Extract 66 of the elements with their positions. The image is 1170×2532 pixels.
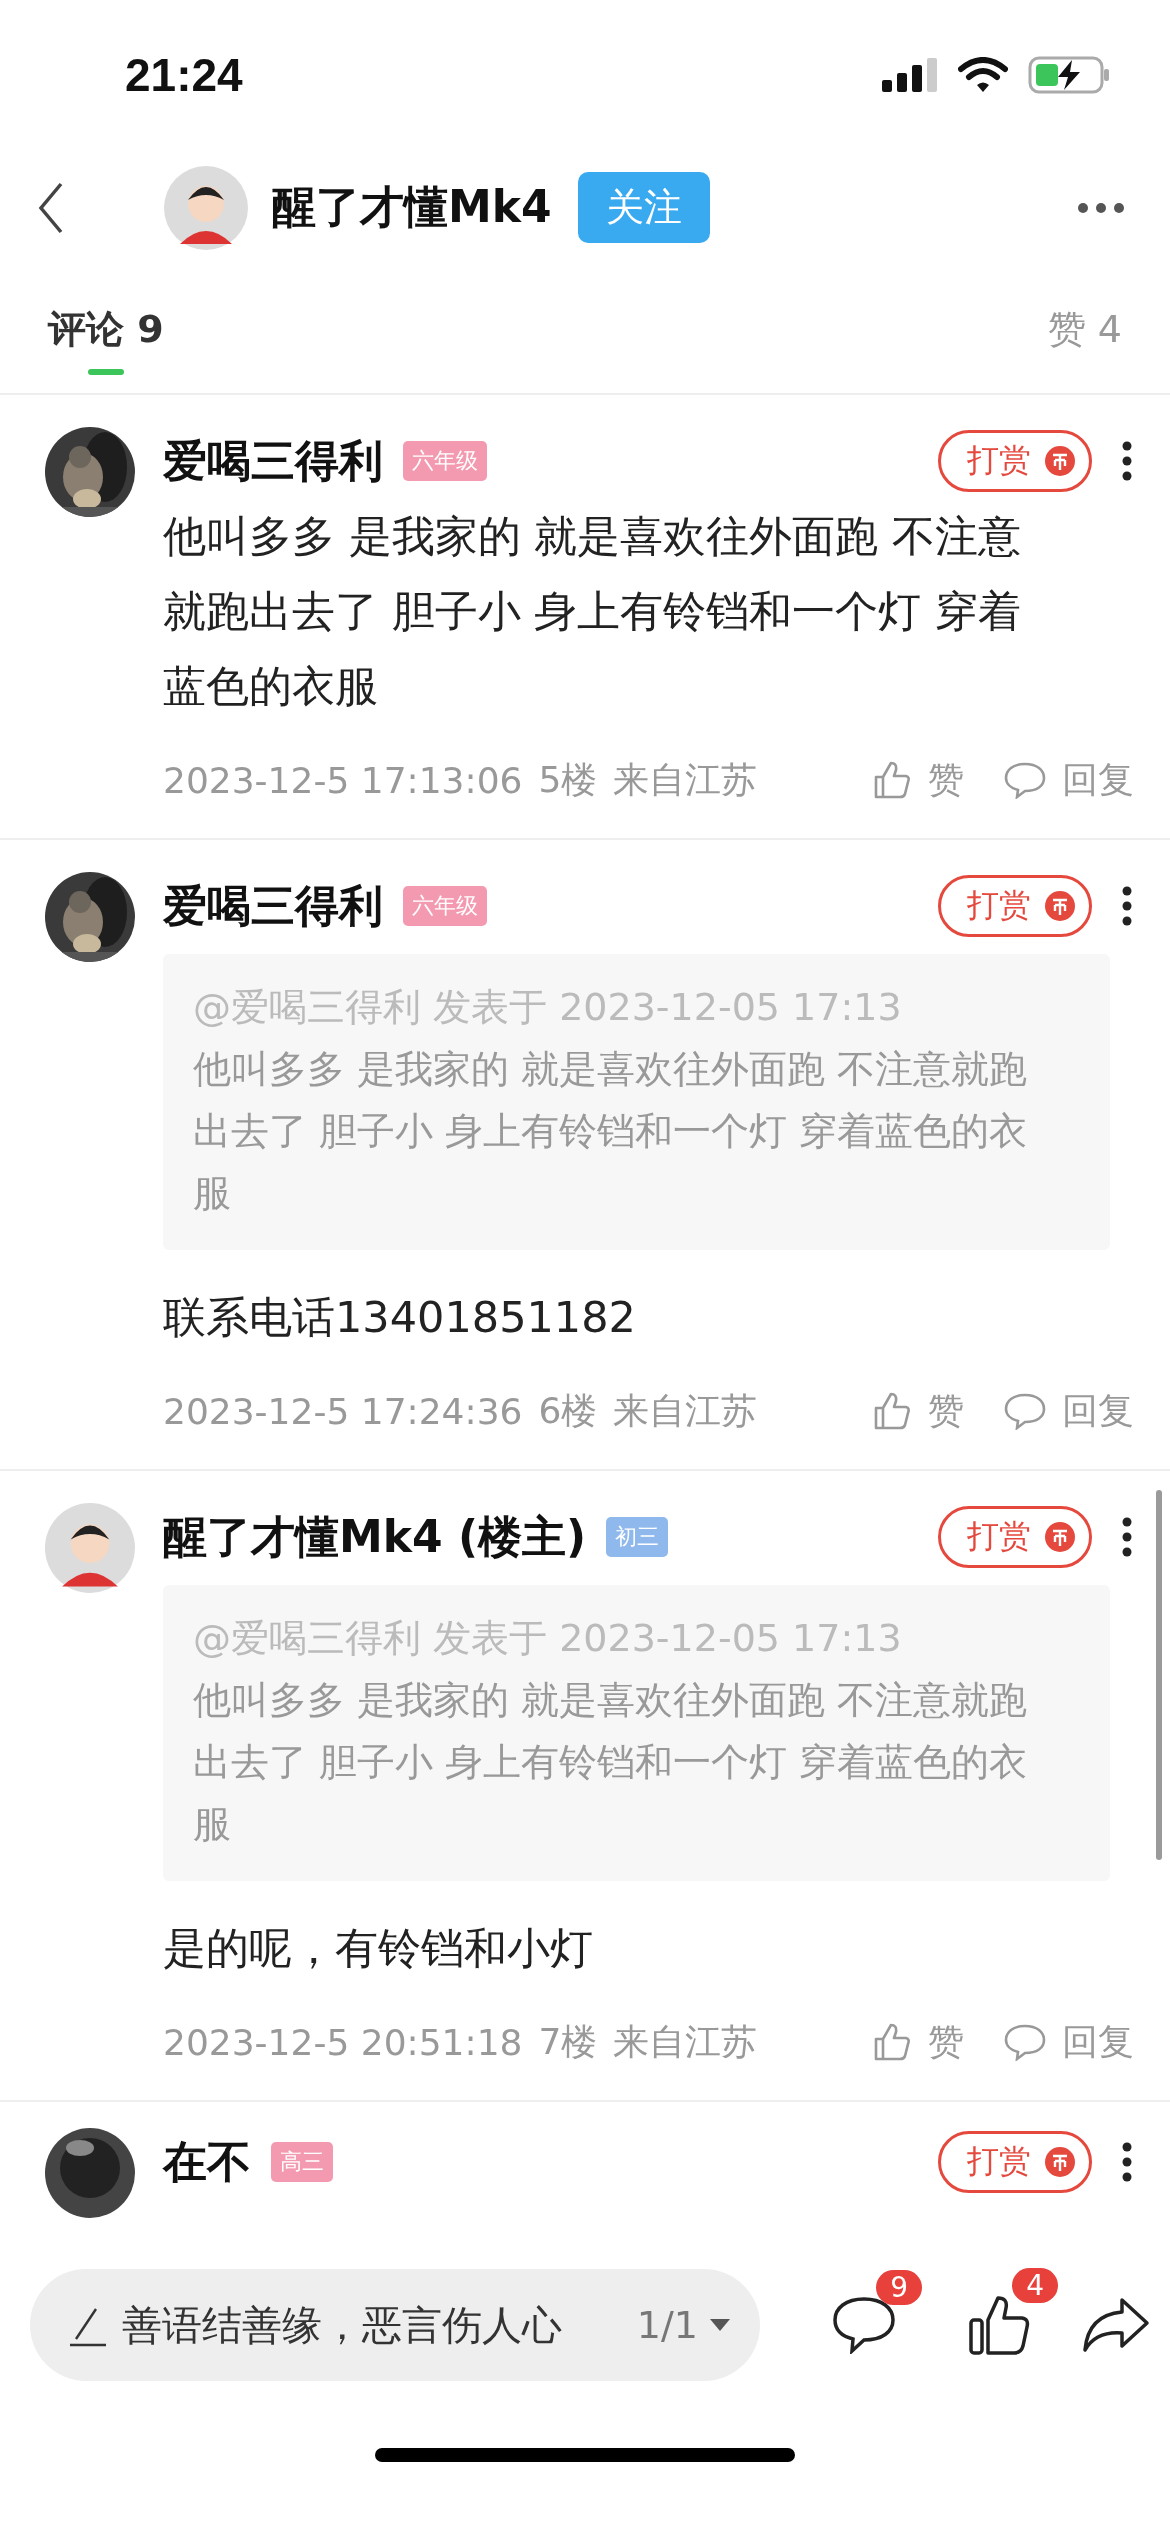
- comment-location: 来自江苏: [613, 1388, 758, 1433]
- status-time: 21:24: [125, 48, 243, 102]
- back-icon[interactable]: [38, 180, 64, 235]
- coin-icon: [1045, 1522, 1075, 1552]
- level-badge: 初三: [606, 1517, 669, 1557]
- more-icon[interactable]: [1077, 201, 1125, 214]
- user-name[interactable]: 醒了才懂Mk4: [272, 178, 552, 237]
- quote-mention: @爱喝三得利 发表于 2023-12-05 17:13: [193, 984, 903, 1031]
- avatar-icon: [45, 1503, 135, 1593]
- comment-icon[interactable]: [832, 2295, 896, 2354]
- reward-button[interactable]: 打赏: [938, 875, 1092, 937]
- level-badge: 六年级: [403, 886, 487, 926]
- comment-time: 2023-12-5 17:24:36: [163, 1390, 523, 1432]
- signal-icon: [882, 58, 938, 92]
- quote-text: 他叫多多 是我家的 就是喜欢往外面跑 不注意就跑出去了 胆子小 身上有铃铛和一个灯 穿着蓝色的衣服: [193, 1046, 1029, 1217]
- battery-icon: [1028, 56, 1110, 94]
- comment-text: 他叫多多 是我家的 就是喜欢往外面跑 不注意就跑出去了 胆子小 身上有铃铛和一个灯 穿着蓝色的衣服: [163, 510, 1022, 713]
- user-name[interactable]: 爱喝三得利: [163, 431, 383, 491]
- comment-text: 是的呢，有铃铛和小灯: [163, 1922, 594, 1975]
- reply-link[interactable]: 回复: [1062, 2017, 1134, 2067]
- user-name[interactable]: 在不: [163, 2132, 251, 2192]
- reply-link[interactable]: 回复: [1062, 1386, 1134, 1436]
- follow-button[interactable]: 关注: [577, 172, 710, 243]
- wifi-icon: [958, 57, 1008, 93]
- comment-input[interactable]: 善语结善缘，恶言伤人心 1/1: [30, 2268, 760, 2381]
- home-indicator[interactable]: [375, 2447, 795, 2462]
- page-indicator[interactable]: 1/1: [636, 2302, 698, 2347]
- more-icon[interactable]: [1122, 1517, 1132, 1557]
- reward-button[interactable]: 打赏: [938, 2131, 1092, 2193]
- quote-text: 他叫多多 是我家的 就是喜欢往外面跑 不注意就跑出去了 胆子小 身上有铃铛和一个灯 穿着蓝色的衣服: [193, 1677, 1029, 1848]
- reply-link[interactable]: 回复: [1062, 755, 1134, 805]
- caret-icon[interactable]: [710, 2318, 730, 2331]
- comment-location: 来自江苏: [613, 757, 758, 802]
- coin-icon: [1045, 2147, 1075, 2177]
- like-link[interactable]: 赞: [928, 1386, 964, 1436]
- like-count-badge: 4: [1012, 2267, 1058, 2303]
- thumbs-up-icon[interactable]: [872, 1391, 912, 1431]
- coin-icon: [1045, 446, 1075, 476]
- thumbs-up-icon[interactable]: [872, 760, 912, 800]
- more-icon[interactable]: [1122, 441, 1132, 481]
- quote-mention: @爱喝三得利 发表于 2023-12-05 17:13: [193, 1615, 903, 1662]
- reward-button[interactable]: 打赏: [938, 430, 1092, 492]
- user-name[interactable]: 醒了才懂Mk4 (楼主): [163, 1507, 587, 1567]
- level-badge: 六年级: [403, 441, 487, 481]
- level-badge: 高三: [271, 2142, 333, 2182]
- more-icon[interactable]: [1122, 886, 1132, 926]
- tab[interactable]: 评论 9: [48, 293, 164, 375]
- user-name[interactable]: 爱喝三得利: [163, 876, 383, 936]
- floor-number: 7楼: [538, 2019, 598, 2064]
- floor-number: 5楼: [538, 757, 598, 802]
- like-link[interactable]: 赞: [928, 2017, 964, 2067]
- coin-icon: [1045, 891, 1075, 921]
- share-icon[interactable]: [1082, 2296, 1150, 2353]
- thumbs-up-icon[interactable]: [968, 2293, 1032, 2356]
- reward-button[interactable]: 打赏: [938, 1506, 1092, 1568]
- comment-location: 来自江苏: [613, 2019, 758, 2064]
- comment-time: 2023-12-5 20:51:18: [163, 2021, 523, 2063]
- like-link[interactable]: 赞: [928, 755, 964, 805]
- more-icon[interactable]: [1122, 2142, 1132, 2182]
- tab[interactable]: 赞 4: [1047, 293, 1122, 375]
- floor-number: 6楼: [538, 1388, 598, 1433]
- comment-time: 2023-12-5 17:13:06: [163, 759, 523, 801]
- avatar-icon[interactable]: [164, 165, 248, 250]
- thumbs-up-icon[interactable]: [872, 2022, 912, 2062]
- comment-count-badge: 9: [876, 2269, 922, 2305]
- comment-text: 联系电话13401851182: [163, 1291, 637, 1344]
